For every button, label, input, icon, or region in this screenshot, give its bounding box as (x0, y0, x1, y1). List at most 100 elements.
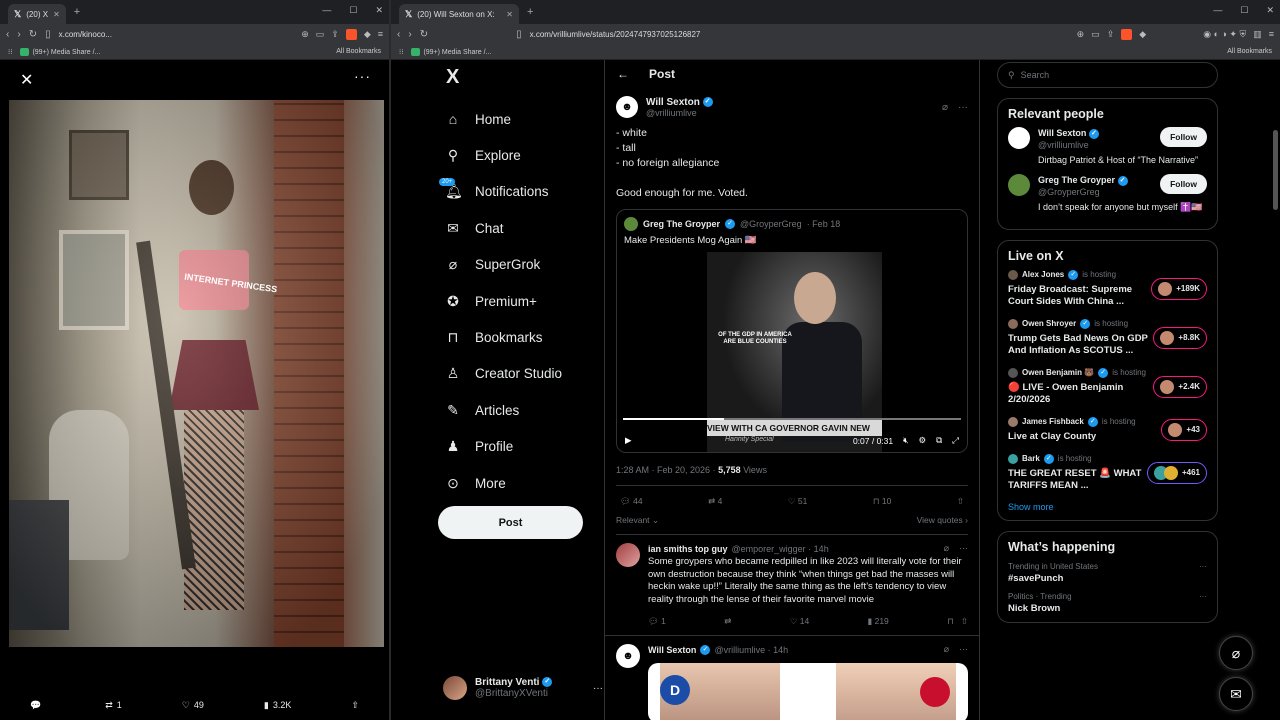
media-photo[interactable]: INTERNET PRINCESS (9, 100, 384, 647)
author-name[interactable]: Will Sexton ✓ (646, 97, 713, 108)
more-icon[interactable]: ··· (958, 102, 968, 113)
more-icon[interactable]: ··· (1199, 562, 1207, 571)
trend-item[interactable]: Politics · Trending Nick Brown ··· (1008, 592, 1207, 614)
messages-fab-button[interactable]: ✉ (1219, 677, 1253, 711)
forward-icon[interactable]: › (408, 29, 411, 40)
nav-bookmarks[interactable]: ⊓ Bookmarks (431, 319, 601, 355)
timestamp[interactable]: 1:28 AM · Feb 20, 2026 · (616, 465, 718, 475)
close-icon[interactable]: ✕ (20, 70, 33, 90)
all-bookmarks[interactable]: All Bookmarks (336, 48, 381, 55)
post-button[interactable]: Post (438, 506, 583, 539)
author-handle[interactable]: @vrilliumlive (646, 108, 713, 118)
account-switcher[interactable]: Brittany Venti ✓ @BrittanyXVenti ··· (443, 676, 603, 700)
views-button[interactable]: ▮ 3.2K (264, 700, 291, 711)
bookmark-page-icon[interactable]: ▯ (45, 29, 51, 40)
x-logo[interactable]: X (446, 66, 601, 89)
extension-icon[interactable]: ◆ (1139, 29, 1146, 40)
nav-creator-studio[interactable]: ♙ Creator Studio (431, 356, 601, 392)
more-icon[interactable]: ··· (959, 543, 968, 554)
trend-item[interactable]: Trending in United States #savePunch ··· (1008, 562, 1207, 584)
reload-icon[interactable]: ↻ (29, 29, 37, 40)
reply-tweet[interactable]: ian smiths top guy @emporer_wigger · 14h… (605, 535, 979, 636)
reply-button[interactable]: 💬 (30, 700, 45, 711)
nav-more[interactable]: ⊙ More (431, 465, 601, 501)
more-icon[interactable]: ··· (1199, 592, 1207, 601)
reply-button[interactable]: 💬︎ 1 (648, 616, 666, 627)
fullscreen-icon[interactable]: ⤢ (952, 435, 959, 446)
live-item[interactable]: James Fishback ✓ is hosting Live at Clay C… (1008, 416, 1207, 443)
sidebar-icon[interactable]: ▥ (1253, 29, 1262, 40)
reply-button[interactable]: 💬︎ 44 (620, 496, 643, 507)
video-progress[interactable] (623, 418, 961, 420)
nav-explore[interactable]: ⚲ Explore (431, 137, 601, 173)
close-tab-icon[interactable]: ✕ (53, 10, 60, 19)
browser-tab[interactable]: 𝕏 (20) X ✕ (8, 4, 66, 24)
minimize-icon[interactable]: — (1213, 5, 1222, 16)
more-icon[interactable]: ··· (959, 644, 968, 655)
zoom-icon[interactable]: ⊕ (1077, 29, 1085, 40)
browser-tab[interactable]: 𝕏 (20) Will Sexton on X: "- white - ✕ (399, 4, 519, 24)
bookmark-icon[interactable]: ⊓ (947, 616, 954, 626)
bookmark-button[interactable]: ⊓ 10 (873, 496, 891, 507)
back-arrow-icon[interactable]: ← (617, 67, 629, 81)
repost-button[interactable]: ⇄ 1 (105, 700, 122, 711)
reply-author[interactable]: Will Sexton (648, 645, 696, 655)
live-item[interactable]: Bark ✓ is hosting THE GREAT RESET 🚨 WHAT T… (1008, 453, 1207, 492)
reply-tweet[interactable]: ☻ Will Sexton ✓ @vrilliumlive · 14h ⌀ ···… (605, 636, 979, 720)
live-item[interactable]: Owen Benjamin 🐻 ✓ is hosting 🔴 LIVE - Owen… (1008, 367, 1207, 406)
reply-image[interactable]: D (648, 663, 968, 720)
minimize-icon[interactable]: — (322, 5, 331, 16)
close-tab-icon[interactable]: ✕ (506, 10, 513, 19)
back-icon[interactable]: ‹ (397, 29, 400, 40)
like-button[interactable]: ♡ 14 (790, 616, 809, 627)
grok-icon[interactable]: ⌀ (944, 543, 949, 554)
reload-icon[interactable]: ↻ (420, 29, 428, 40)
share-button[interactable]: ⇧ (957, 496, 964, 507)
more-icon[interactable]: ··· (354, 68, 371, 84)
grok-icon[interactable]: ⌀ (944, 644, 949, 655)
extensions-icon[interactable]: ◉ ◐ ◑ ✦ ⛨ (1203, 29, 1246, 40)
grok-icon[interactable]: ⌀ (942, 102, 948, 113)
grok-fab-button[interactable]: ⌀ (1219, 636, 1253, 670)
view-quotes-link[interactable]: View quotes › (917, 515, 968, 526)
nav-notifications[interactable]: 🔔︎ 20+ Notifications (431, 174, 601, 210)
repost-button[interactable]: ⇄ 4 (708, 496, 722, 507)
views-button[interactable]: ▮ 219 (868, 616, 889, 627)
apps-icon[interactable]: ⁝⁝ (399, 48, 403, 56)
mute-icon[interactable]: 🔇︎ (903, 435, 908, 446)
person-row[interactable]: Will Sexton ✓ @vrilliumlive Dirtbag Patr… (1008, 127, 1207, 166)
search-input[interactable]: ⚲ Search (997, 62, 1218, 88)
sort-dropdown[interactable]: Relevant ⌄ (616, 515, 659, 526)
avatar[interactable]: ☻ (616, 96, 638, 118)
nav-profile[interactable]: ♟ Profile (431, 429, 601, 465)
bookmark-item[interactable]: (99+) Media Share /... (411, 47, 491, 56)
show-more-link[interactable]: Show more (1008, 502, 1207, 512)
settings-icon[interactable]: ⚙ (918, 435, 926, 446)
share-icon[interactable]: ⇪ (1107, 29, 1115, 40)
zoom-icon[interactable]: ⊕ (301, 29, 309, 40)
follow-button[interactable]: Follow (1160, 127, 1207, 147)
like-button[interactable]: ♡ 51 (788, 496, 807, 507)
video-player[interactable]: OF THE GDP IN AMERICA ARE BLUE COUNTIES … (617, 252, 967, 452)
follow-button[interactable]: Follow (1160, 174, 1207, 194)
new-tab-icon[interactable]: + (74, 6, 80, 18)
pip-icon[interactable]: ⧉ (936, 435, 942, 446)
person-row[interactable]: Greg The Groyper ✓ @GroyperGreg I don’t … (1008, 174, 1207, 213)
nav-home[interactable]: ⌂ Home (431, 101, 601, 137)
live-item[interactable]: Owen Shroyer ✓ is hosting Trump Gets Bad N… (1008, 318, 1207, 357)
quoted-tweet[interactable]: Greg The Groyper ✓ @GroyperGreg · Feb 18… (616, 209, 968, 453)
play-icon[interactable]: ▶ (625, 435, 632, 446)
nav-articles[interactable]: ✎ Articles (431, 392, 601, 428)
like-button[interactable]: ♡ 49 (182, 700, 204, 711)
url-field[interactable]: x.com/kinoco... (59, 30, 112, 39)
forward-icon[interactable]: › (17, 29, 20, 40)
maximize-icon[interactable]: ☐ (1240, 5, 1248, 16)
avatar[interactable]: ☻ (616, 644, 640, 668)
live-item[interactable]: Alex Jones ✓ is hosting Friday Broadcast: … (1008, 269, 1207, 308)
back-icon[interactable]: ‹ (6, 29, 9, 40)
share-icon[interactable]: ⇧ (961, 616, 968, 626)
cast-icon[interactable]: ▭ (1091, 29, 1100, 40)
nav-chat[interactable]: ✉ Chat (431, 210, 601, 246)
avatar[interactable] (616, 543, 640, 567)
share-icon[interactable]: ⇪ (331, 29, 339, 40)
